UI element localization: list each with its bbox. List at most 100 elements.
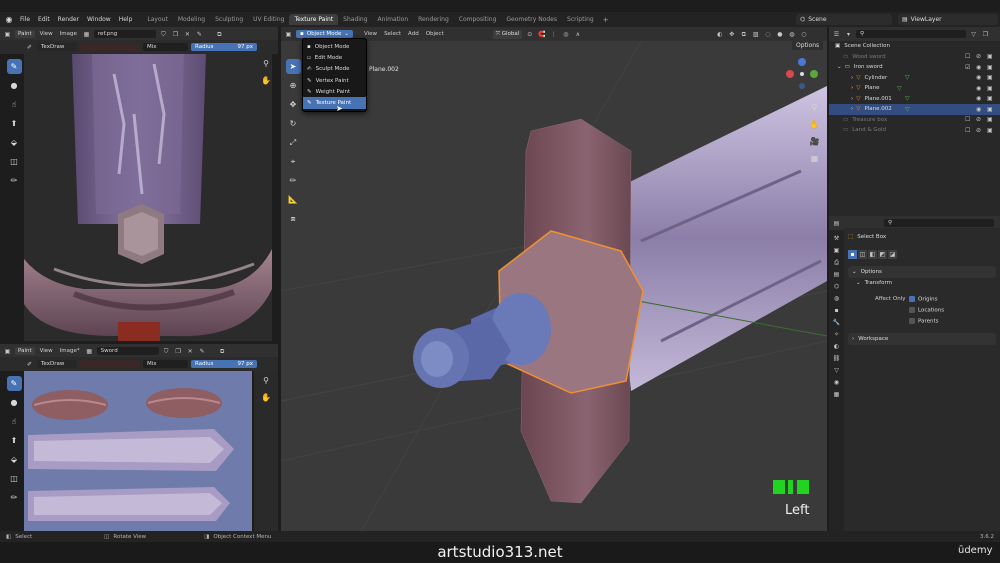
brush-color-swatch[interactable] [80, 43, 140, 51]
render-tab-icon[interactable]: ▣ [832, 246, 841, 255]
rendered-shading-icon[interactable]: ○ [799, 30, 808, 39]
view-menu[interactable]: View [38, 348, 55, 354]
locations-checkbox[interactable]: Locations [909, 307, 944, 314]
eye-icon[interactable]: ◉ [976, 106, 981, 113]
particles-tab-icon[interactable]: ✧ [832, 330, 841, 339]
shield-icon[interactable]: ⛉ [162, 347, 171, 356]
zoom-icon[interactable]: ⚲ [259, 56, 274, 71]
new-collection-icon[interactable]: ❐ [981, 30, 990, 39]
overlay-icon[interactable]: ⧉ [218, 347, 227, 356]
tab-animation[interactable]: Animation [373, 14, 414, 25]
viewport-add-menu[interactable]: Add [406, 31, 421, 37]
view-layer-selector[interactable]: ▤ ViewLayer [898, 14, 998, 25]
menu-item-edit-mode[interactable]: ▫ Edit Mode [303, 52, 366, 63]
options-section-header[interactable]: ⌄ Options [848, 266, 996, 278]
physics-tab-icon[interactable]: ◐ [832, 342, 841, 351]
editor-type-icon[interactable]: ☰ [832, 30, 841, 39]
radius-slider[interactable]: Radius 97 px [191, 360, 257, 368]
camera-icon[interactable]: ▣ [987, 64, 993, 71]
tab-compositing[interactable]: Compositing [454, 14, 502, 25]
intersect-selection-icon[interactable]: ◪ [888, 250, 897, 259]
camera-icon[interactable]: ▣ [987, 127, 993, 134]
annotate-icon[interactable]: ✏ [286, 173, 301, 188]
image-browse-icon[interactable]: ▦ [85, 347, 94, 356]
soften-brush-icon[interactable]: ● [7, 395, 22, 410]
new-image-icon[interactable]: ❐ [171, 30, 180, 39]
navigation-gizmo[interactable] [784, 58, 820, 94]
menu-item-texture-paint[interactable]: ✎ Texture Paint [303, 97, 366, 109]
viewport-options-button[interactable]: Options [792, 41, 824, 50]
viewport-select-menu[interactable]: Select [382, 31, 403, 37]
invert-selection-icon[interactable]: ◩ [878, 250, 887, 259]
eye-icon[interactable]: ◉ [976, 85, 981, 92]
checkbox-icon[interactable]: ☐ [965, 127, 970, 134]
eye-hidden-icon[interactable]: ⊘ [976, 127, 981, 134]
rotate-icon[interactable]: ↻ [286, 116, 301, 131]
extend-selection-icon[interactable]: ◫ [858, 250, 867, 259]
menu-window[interactable]: Window [83, 16, 115, 23]
solid-shading-icon[interactable]: ● [775, 30, 784, 39]
menu-edit[interactable]: Edit [34, 16, 54, 23]
display-mode-icon[interactable]: ▾ [844, 30, 853, 39]
outliner-row-land-gold[interactable]: ▭ Land & Gold ☐ ⊘ ▣ [829, 125, 1000, 136]
object-mode-dropdown[interactable]: ▪ Object Mode ⌄ [296, 30, 353, 38]
tab-geometry-nodes[interactable]: Geometry Nodes [501, 14, 562, 25]
fill-brush-icon[interactable]: ⬙ [7, 452, 22, 467]
transform-subsection-header[interactable]: ⌄ Transform [856, 280, 892, 286]
brush-name[interactable]: TexDraw [37, 360, 77, 368]
brush-icon[interactable]: ✐ [25, 360, 34, 369]
material-tab-icon[interactable]: ◉ [832, 378, 841, 387]
checkbox-checked-icon[interactable]: ☑ [965, 64, 970, 71]
scene-selector[interactable]: ⌬ Scene [796, 14, 892, 25]
output-tab-icon[interactable]: ⎙ [832, 258, 841, 267]
mask-brush-icon[interactable]: ◫ [7, 154, 22, 169]
paint-mode-dropdown[interactable]: Paint [15, 347, 35, 355]
draw-brush-icon[interactable]: ✎ [6, 59, 22, 74]
proportional-edit-icon[interactable]: ◎ [561, 30, 570, 39]
editor-type-icon[interactable]: ▣ [3, 347, 12, 356]
camera-icon[interactable]: ▣ [987, 53, 993, 60]
eye-icon[interactable]: ◉ [976, 74, 981, 81]
wireframe-shading-icon[interactable]: ◌ [763, 30, 772, 39]
camera-icon[interactable]: ▣ [987, 95, 993, 102]
measure-icon[interactable]: 📐 [286, 192, 301, 207]
view-layer-tab-icon[interactable]: ▤ [832, 270, 841, 279]
clone-brush-icon[interactable]: ⬆ [7, 116, 22, 131]
transform-orientation-dropdown[interactable]: ⤧ Global [492, 29, 523, 39]
pivot-icon[interactable]: ⊙ [525, 30, 534, 39]
add-cube-icon[interactable]: ⧈ [286, 211, 301, 226]
select-box-icon[interactable]: ➤ [285, 59, 301, 74]
view-menu[interactable]: View [38, 31, 55, 37]
eye-hidden-icon[interactable]: ⊘ [976, 53, 981, 60]
checkbox-icon[interactable]: ☐ [965, 53, 970, 60]
annotate-icon[interactable]: ✏ [7, 173, 22, 188]
transform-icon[interactable]: ⌖ [286, 154, 301, 169]
outliner-row-wood-sword[interactable]: ▭ Wood sword ☐ ⊘ ▣ [829, 52, 1000, 63]
viewport-view-menu[interactable]: View [362, 31, 379, 37]
brush-color-swatch[interactable] [80, 360, 140, 368]
snap-target-icon[interactable]: ⋮ [549, 30, 558, 39]
material-shading-icon[interactable]: ◍ [787, 30, 796, 39]
tab-layout[interactable]: Layout [142, 14, 172, 25]
constraints-tab-icon[interactable]: ⛓ [832, 354, 841, 363]
workspace-section-header[interactable]: › Workspace [848, 333, 996, 345]
smear-brush-icon[interactable]: ☝ [7, 97, 22, 112]
camera-icon[interactable]: ▣ [987, 85, 993, 92]
gizmo-icon[interactable]: ✥ [727, 30, 736, 39]
hand-pan-icon[interactable]: ✋ [259, 390, 274, 405]
editor-type-icon[interactable]: ▣ [284, 30, 293, 39]
blend-mode-dropdown[interactable]: Mix [143, 43, 188, 51]
brush-icon[interactable]: ✐ [25, 43, 34, 52]
subtract-selection-icon[interactable]: ◧ [868, 250, 877, 259]
editor-type-icon[interactable]: ▤ [832, 219, 841, 228]
tab-sculpting[interactable]: Sculpting [210, 14, 248, 25]
outliner-search-input[interactable]: ⚲ [856, 30, 966, 38]
menu-item-sculpt-mode[interactable]: ✍ Sculpt Mode [303, 64, 366, 75]
close-icon[interactable]: ✕ [183, 30, 192, 39]
menu-item-vertex-paint[interactable]: ✎ Vertex Paint [303, 75, 366, 86]
image-name-field[interactable]: Sword [96, 347, 159, 355]
object-tab-icon[interactable]: ▪ [832, 306, 841, 315]
menu-help[interactable]: Help [115, 16, 137, 23]
menu-item-object-mode[interactable]: ▪ Object Mode [303, 41, 366, 52]
hand-pan-icon[interactable]: ✋ [259, 73, 274, 88]
